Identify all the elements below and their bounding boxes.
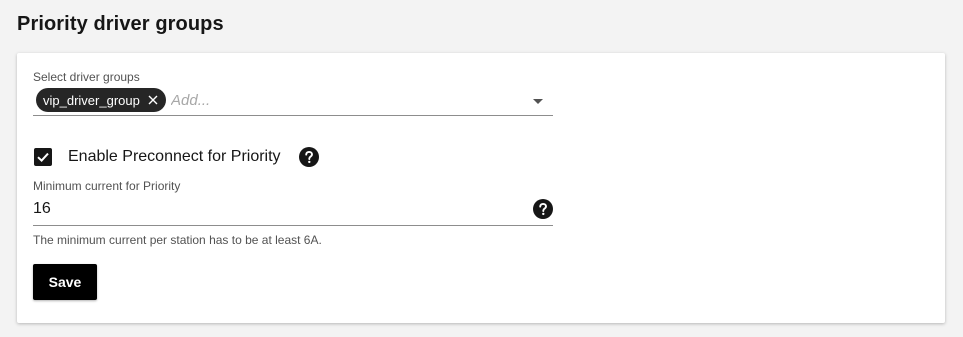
settings-card: Select driver groups vip_driver_group En… xyxy=(17,53,945,323)
close-icon[interactable] xyxy=(147,94,159,106)
driver-groups-multiselect[interactable]: vip_driver_group xyxy=(33,87,553,116)
minimum-current-label: Minimum current for Priority xyxy=(33,179,181,193)
minimum-current-helper: The minimum current per station has to b… xyxy=(33,233,322,247)
page-title: Priority driver groups xyxy=(17,13,224,35)
minimum-current-field xyxy=(33,196,553,226)
preconnect-label[interactable]: Enable Preconnect for Priority xyxy=(68,148,281,166)
tag-label: vip_driver_group xyxy=(43,92,140,108)
page: Priority driver groups Select driver gro… xyxy=(0,0,963,337)
minimum-current-input[interactable] xyxy=(33,198,513,220)
chevron-down-icon[interactable] xyxy=(533,99,543,104)
selected-tag: vip_driver_group xyxy=(36,88,166,112)
preconnect-checkbox[interactable] xyxy=(34,148,52,166)
save-button[interactable]: Save xyxy=(33,264,97,300)
driver-groups-label: Select driver groups xyxy=(33,70,140,84)
help-icon[interactable] xyxy=(298,147,319,167)
help-icon[interactable] xyxy=(533,199,553,219)
checkmark-icon xyxy=(37,152,49,163)
driver-groups-input[interactable] xyxy=(171,89,511,111)
preconnect-row: Enable Preconnect for Priority xyxy=(34,147,319,167)
